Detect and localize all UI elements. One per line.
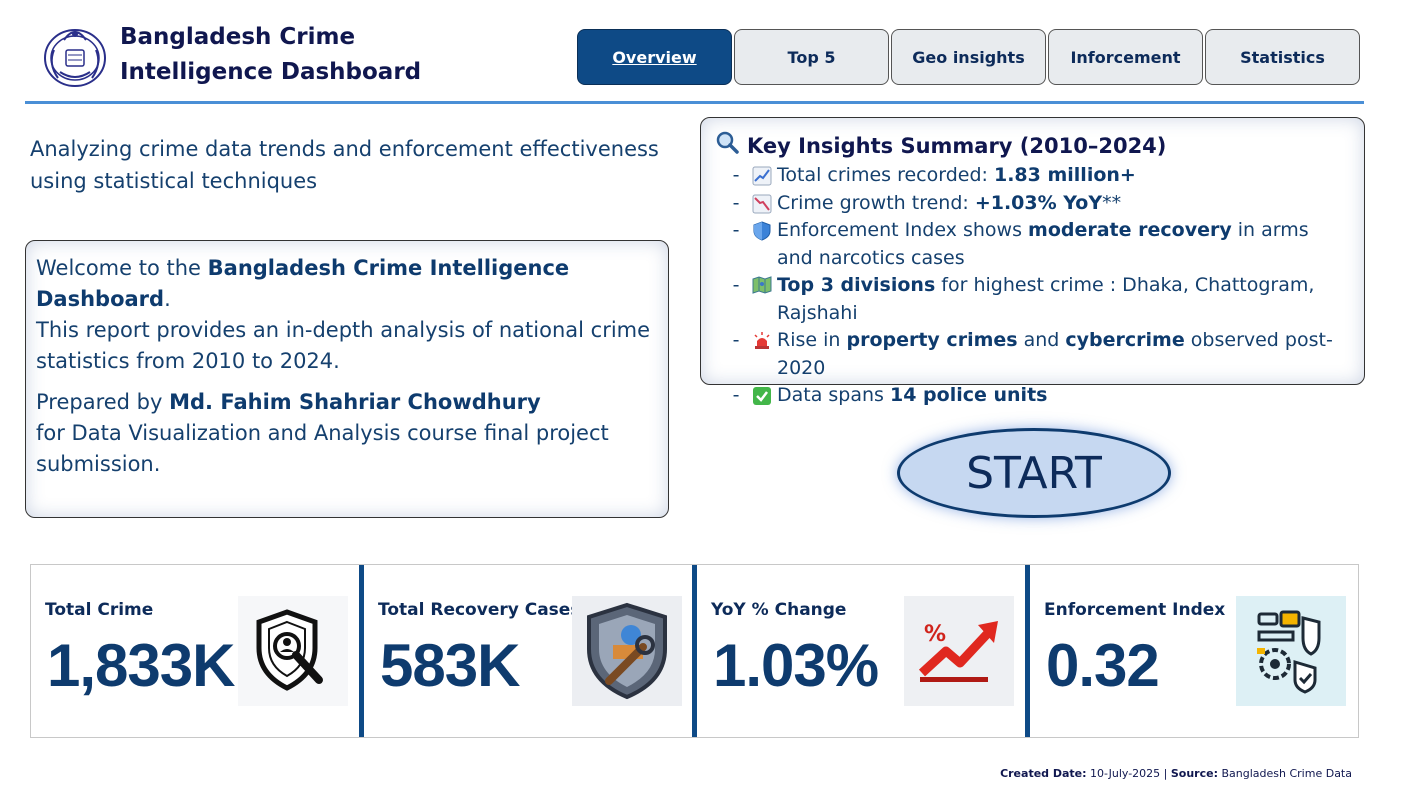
insight-highlight-2: cybercrime	[1065, 329, 1185, 351]
kpi-label: Enforcement Index	[1044, 600, 1226, 620]
check-icon	[747, 382, 777, 410]
magnifier-icon	[715, 130, 739, 162]
kpi-label: YoY % Change	[711, 600, 847, 620]
siren-icon	[747, 327, 777, 382]
source-value: Bangladesh Crime Data	[1218, 767, 1352, 780]
source-label: Source:	[1170, 767, 1218, 780]
insights-list: - Total crimes recorded: 1.83 million+ -…	[715, 162, 1350, 410]
course-description: for Data Visualization and Analysis cour…	[36, 421, 609, 476]
insight-highlight: moderate recovery	[1028, 219, 1232, 241]
welcome-period: .	[164, 287, 171, 311]
enforcement-gears-icon	[1236, 596, 1346, 706]
list-item: - Enforcement Index shows moderate recov…	[715, 217, 1350, 272]
welcome-panel: Welcome to the Bangladesh Crime Intellig…	[25, 240, 669, 518]
start-button[interactable]: START	[897, 428, 1171, 518]
welcome-intro: Welcome to the	[36, 256, 208, 280]
prepared-by-label: Prepared by	[36, 390, 170, 414]
list-item: - Total crimes recorded: 1.83 million+	[715, 162, 1350, 190]
insight-text: Total crimes recorded:	[777, 164, 994, 186]
insight-highlight: Top 3 divisions	[777, 274, 936, 296]
list-item: - Crime growth trend: +1.03% YoY**	[715, 190, 1350, 218]
list-item: - Top 3 divisions for highest crime : Dh…	[715, 272, 1350, 327]
list-item: - Data spans 14 police units	[715, 382, 1350, 410]
insight-text: Rise in	[777, 329, 847, 351]
crime-shield-magnifier-icon	[238, 596, 348, 706]
kpi-yoy-change: YoY % Change 1.03% %	[692, 565, 1025, 737]
insight-text-end: **	[1102, 191, 1122, 214]
insight-highlight: 14 police units	[890, 384, 1048, 406]
kpi-total-recovery: Total Recovery Cases 583K	[359, 565, 692, 737]
created-date-value: 10-July-2025 |	[1086, 767, 1171, 780]
kpi-label: Total Crime	[45, 600, 154, 620]
insight-text: Crime growth trend:	[777, 191, 975, 214]
trend-up-percent-icon: %	[904, 596, 1014, 706]
police-emblem-logo	[42, 20, 108, 88]
map-icon	[747, 272, 777, 327]
tab-inforcement[interactable]: Inforcement	[1048, 29, 1203, 85]
tab-overview[interactable]: Overview	[577, 29, 732, 85]
chart-decreasing-icon	[747, 190, 777, 218]
insight-text: Data spans	[777, 384, 890, 406]
list-item: - Rise in property crimes and cybercrime…	[715, 327, 1350, 382]
tab-statistics[interactable]: Statistics	[1205, 29, 1360, 85]
svg-text:%: %	[924, 622, 946, 647]
insight-highlight: 1.83 million+	[993, 164, 1136, 186]
key-insights-panel: Key Insights Summary (2010–2024) - Total…	[700, 117, 1365, 406]
chart-increasing-icon	[747, 162, 777, 190]
nav-tabs: Overview Top 5 Geo insights Inforcement …	[577, 29, 1360, 85]
insight-text-mid: and	[1017, 329, 1066, 351]
tab-geo-insights[interactable]: Geo insights	[891, 29, 1046, 85]
page-subtitle: Analyzing crime data trends and enforcem…	[30, 137, 659, 193]
title-line-2: Intelligence Dashboard	[120, 59, 422, 85]
kpi-label: Total Recovery Cases	[378, 600, 581, 620]
welcome-description: This report provides an in-depth analysi…	[36, 318, 651, 373]
tab-top-5[interactable]: Top 5	[734, 29, 889, 85]
insight-highlight: property crimes	[846, 329, 1018, 351]
kpi-enforcement-index: Enforcement Index 0.32	[1025, 565, 1358, 737]
kpi-value: 1.03%	[713, 632, 879, 699]
kpi-row: Total Crime 1,833K Total Recovery Cases …	[30, 564, 1359, 738]
title-line-1: Bangladesh Crime	[120, 24, 356, 50]
insight-text: Enforcement Index shows	[777, 219, 1029, 241]
dashboard-title: Bangladesh Crime Intelligence Dashboard	[120, 20, 421, 90]
header-divider	[25, 101, 1364, 104]
kpi-value: 583K	[380, 632, 520, 699]
insights-header: Key Insights Summary (2010–2024)	[715, 130, 1350, 162]
kpi-total-crime: Total Crime 1,833K	[31, 565, 359, 737]
insights-title: Key Insights Summary (2010–2024)	[747, 134, 1167, 158]
created-date-label: Created Date:	[1000, 767, 1087, 780]
kpi-value: 1,833K	[47, 632, 235, 699]
footer-credits: Created Date: 10-July-2025 | Source: Ban…	[1000, 767, 1352, 780]
author-name: Md. Fahim Shahriar Chowdhury	[169, 390, 541, 414]
shield-icon	[747, 217, 777, 272]
insight-highlight: +1.03% YoY	[974, 191, 1103, 214]
recovery-shield-icon	[572, 596, 682, 706]
kpi-value: 0.32	[1046, 632, 1160, 699]
welcome-paragraph: Welcome to the Bangladesh Crime Intellig…	[36, 253, 658, 377]
author-paragraph: Prepared by Md. Fahim Shahriar Chowdhury…	[36, 387, 658, 480]
